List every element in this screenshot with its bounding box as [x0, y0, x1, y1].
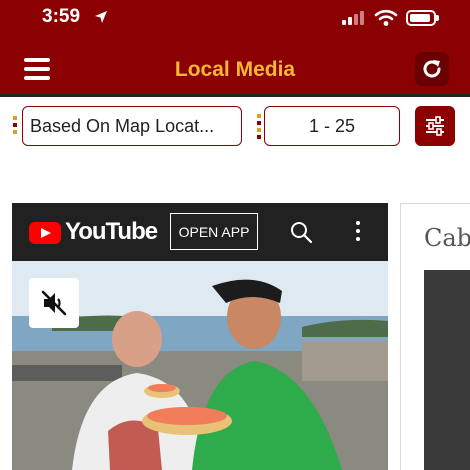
video-thumbnail[interactable] [12, 261, 388, 470]
search-icon[interactable] [289, 220, 313, 244]
more-vertical-icon[interactable] [355, 221, 361, 243]
wifi-icon [374, 9, 398, 26]
youtube-brand: YouTube [65, 218, 158, 245]
mute-toggle-button[interactable] [29, 278, 79, 328]
open-app-button[interactable]: OPEN APP [170, 213, 258, 250]
status-time: 3:59 [42, 6, 81, 27]
header-divider [0, 94, 470, 97]
drag-handle-location[interactable] [13, 116, 17, 138]
drag-handle-range[interactable] [257, 114, 261, 139]
location-select[interactable]: Based On Map Locat... [22, 106, 242, 146]
refresh-button[interactable] [415, 52, 449, 86]
muted-speaker-icon [41, 290, 67, 316]
refresh-icon [423, 60, 441, 78]
sliders-icon [426, 116, 444, 136]
location-arrow-icon [95, 11, 107, 23]
local-media-screen: 3:59 Local Media Based On Map Locat... 1… [0, 0, 470, 470]
page-title: Local Media [174, 58, 296, 81]
cellular-signal-icon [342, 11, 364, 25]
youtube-toolbar: YouTube OPEN APP [12, 203, 388, 261]
app-header: 3:59 Local Media [0, 0, 470, 94]
media-card-image [424, 270, 470, 470]
media-card-secondary[interactable]: Cab [400, 203, 470, 470]
media-card-title: Cab [424, 224, 470, 252]
battery-icon [406, 10, 439, 26]
youtube-logo-icon [29, 222, 61, 244]
range-select[interactable]: 1 - 25 [264, 106, 400, 146]
filter-settings-button[interactable] [415, 106, 455, 146]
youtube-video-card[interactable]: YouTube OPEN APP [12, 203, 388, 470]
